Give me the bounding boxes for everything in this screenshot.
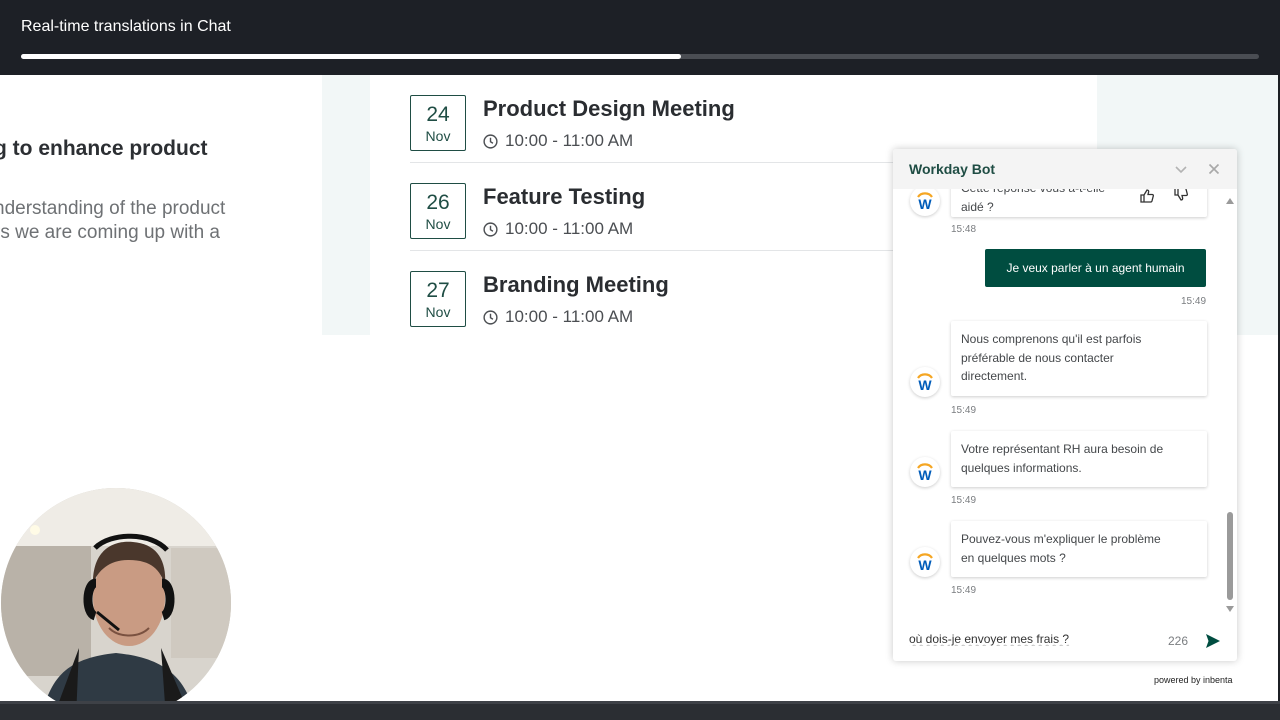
presenter-webcam — [1, 488, 231, 718]
feedback-bubble: Cette réponse vous a-t-elle aidé ? — [951, 189, 1207, 217]
chat-message-input[interactable] — [909, 632, 1149, 646]
event-month: Nov — [425, 216, 451, 232]
message-text: directement. — [961, 369, 1028, 383]
event-title: Feature Testing — [483, 184, 646, 209]
message-timestamp: 15:49 — [1181, 296, 1207, 307]
chat-messages: W Cette réponse vous a-t-elle aidé ? 15:… — [893, 189, 1237, 621]
chat-scrollbar[interactable] — [1224, 197, 1234, 617]
message-timestamp: 15:49 — [951, 585, 977, 596]
scroll-down-icon[interactable] — [1225, 605, 1235, 613]
clock-icon — [483, 133, 498, 149]
section-body-line: rs we are coming up with a — [0, 222, 220, 243]
svg-text:W: W — [918, 196, 932, 212]
chat-widget: Workday Bot W Cette réponse vous a-t-ell… — [893, 149, 1237, 661]
event-title: Product Design Meeting — [483, 96, 735, 121]
video-title: Real-time translations in Chat — [21, 18, 231, 35]
presenter-video-frame — [1, 488, 231, 718]
section-heading: g to enhance product — [0, 137, 208, 160]
svg-text:W: W — [918, 377, 932, 393]
message-text: Pouvez-vous m'expliquer le problème — [961, 532, 1161, 546]
event-month: Nov — [425, 304, 451, 320]
workday-logo-icon: W — [910, 367, 940, 397]
message-text: en quelques mots ? — [961, 550, 1066, 565]
section-body: nderstanding of the product rs we are co… — [0, 197, 225, 245]
event-time: 10:00 - 11:00 AM — [505, 307, 634, 326]
workday-logo-icon: W — [910, 189, 940, 216]
character-counter: 226 — [1168, 634, 1189, 648]
event-day: 26 — [426, 191, 450, 214]
bot-message-bubble: Votre représentant RH aura besoin de que… — [951, 431, 1207, 487]
svg-text:W: W — [918, 467, 932, 483]
event-time-row: 10:00 - 11:00 AM — [483, 131, 633, 151]
message-text: quelques informations. — [961, 460, 1082, 475]
clock-icon — [483, 309, 498, 325]
event-title: Branding Meeting — [483, 272, 669, 297]
video-progress-bar[interactable] — [21, 54, 1259, 59]
clock-icon — [483, 221, 498, 237]
bot-message-bubble: Pouvez-vous m'expliquer le problème en q… — [951, 521, 1207, 577]
message-text: Cette réponse vous a-t-elle — [961, 189, 1197, 198]
chevron-down-icon[interactable] — [1173, 161, 1189, 177]
message-text: aidé ? — [961, 199, 994, 214]
video-progress-fill — [21, 54, 681, 59]
message-text: Votre représentant RH aura besoin de — [961, 442, 1164, 456]
event-month: Nov — [425, 128, 451, 144]
thumbs-down-icon[interactable] — [1173, 189, 1189, 202]
powered-by-label: powered by inbenta — [1154, 675, 1233, 685]
message-text: préférable de nous contacter — [961, 350, 1114, 365]
event-day: 27 — [426, 279, 450, 302]
message-text: Nous comprenons qu'il est parfois — [961, 332, 1142, 346]
event-date-badge: 27 Nov — [410, 271, 466, 327]
workday-logo-icon: W — [910, 547, 940, 577]
event-day: 24 — [426, 103, 450, 126]
thumbs-up-icon[interactable] — [1139, 189, 1155, 204]
chat-title: Workday Bot — [909, 161, 996, 177]
section-body-line: nderstanding of the product — [0, 198, 226, 219]
bottom-divider — [0, 701, 1280, 704]
event-time-row: 10:00 - 11:00 AM — [483, 219, 633, 239]
event-date-badge: 26 Nov — [410, 183, 466, 239]
message-timestamp: 15:49 — [951, 405, 977, 416]
user-message-bubble: Je veux parler à un agent humain — [985, 249, 1206, 287]
svg-text:W: W — [918, 557, 932, 573]
video-title-bar: Real-time translations in Chat — [0, 0, 1280, 75]
message-timestamp: 15:48 — [951, 224, 977, 235]
chat-header: Workday Bot — [893, 149, 1237, 189]
chat-composer: 226 — [893, 621, 1237, 661]
scrollbar-thumb[interactable] — [1227, 512, 1233, 600]
close-icon[interactable] — [1206, 161, 1222, 177]
bot-message-bubble: Nous comprenons qu'il est parfois préfér… — [951, 321, 1207, 396]
send-icon[interactable] — [1204, 632, 1222, 650]
event-date-badge: 24 Nov — [410, 95, 466, 151]
workday-logo-icon: W — [910, 457, 940, 487]
message-timestamp: 15:49 — [951, 495, 977, 506]
scroll-up-icon[interactable] — [1225, 197, 1235, 205]
event-time: 10:00 - 11:00 AM — [505, 219, 634, 238]
event-time-row: 10:00 - 11:00 AM — [483, 307, 633, 327]
event-time: 10:00 - 11:00 AM — [505, 131, 634, 150]
